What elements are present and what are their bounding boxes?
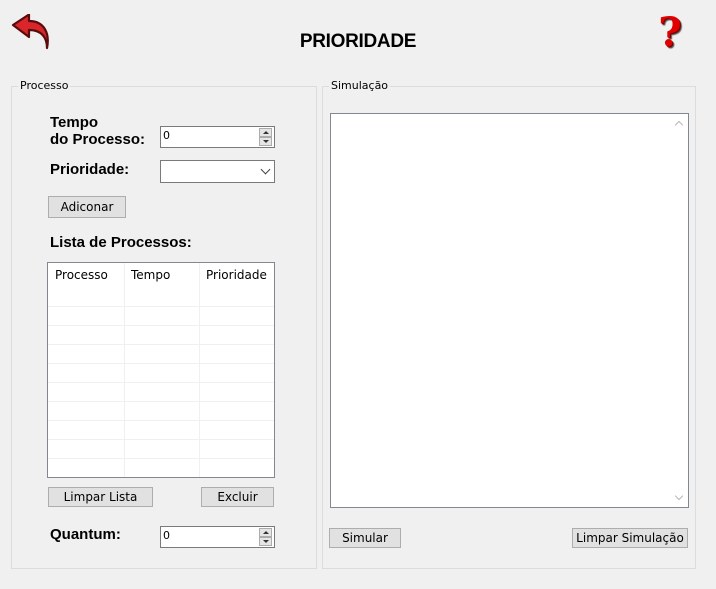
help-button[interactable]: ? [656,12,684,54]
row-divider [48,401,274,402]
process-table[interactable]: Processo Tempo Prioridade [47,262,275,478]
tempo-label-line2: do Processo: [50,131,146,148]
tempo-label: Tempo do Processo: [50,114,145,148]
simulation-output[interactable] [330,113,689,508]
column-divider [199,263,200,477]
column-divider [124,263,125,477]
chevron-down-icon [260,164,271,175]
quantum-input-value: 0 [163,529,170,542]
quantum-spin-up[interactable] [259,528,272,537]
column-header-tempo[interactable]: Tempo [124,263,199,287]
row-divider [48,439,274,440]
clear-simulation-button[interactable]: Limpar Simulação [572,528,688,548]
prioridade-select[interactable] [160,160,275,183]
row-divider [48,344,274,345]
tempo-spin-down[interactable] [259,137,272,146]
add-process-button[interactable]: Adiconar [48,196,126,218]
row-divider [48,458,274,459]
clear-list-button[interactable]: Limpar Lista [48,487,153,507]
scroll-down-icon[interactable] [674,491,684,501]
quantum-spin-down[interactable] [259,537,272,546]
row-divider [48,420,274,421]
chevron-down-icon [263,540,269,543]
simulate-button[interactable]: Simular [329,528,401,548]
row-divider [48,325,274,326]
vertical-scrollbar[interactable] [671,114,688,507]
prioridade-label: Prioridade: [50,161,130,178]
process-group-legend: Processo [18,79,71,92]
quantum-label: Quantum: [50,526,121,543]
column-header-processo[interactable]: Processo [48,263,124,287]
tempo-label-line1: Tempo [50,114,99,131]
row-divider [48,306,274,307]
chevron-up-icon [263,531,269,534]
quantum-spin-buttons [259,528,273,546]
quantum-input[interactable]: 0 [160,526,275,548]
help-question-icon: ? [658,9,682,56]
tempo-spin-buttons [259,128,273,146]
chevron-up-icon [263,131,269,134]
column-header-prioridade[interactable]: Prioridade [199,263,274,287]
chevron-down-icon [263,140,269,143]
page-title: PRIORIDADE [299,31,417,52]
simulation-group-legend: Simulação [329,79,391,92]
row-divider [48,382,274,383]
scroll-up-icon[interactable] [674,120,684,130]
tempo-input-value: 0 [163,129,170,142]
tempo-spin-up[interactable] [259,128,272,137]
row-divider [48,363,274,364]
tempo-input[interactable]: 0 [160,126,275,148]
process-list-title: Lista de Processos: [50,234,192,251]
delete-button[interactable]: Excluir [201,487,274,507]
